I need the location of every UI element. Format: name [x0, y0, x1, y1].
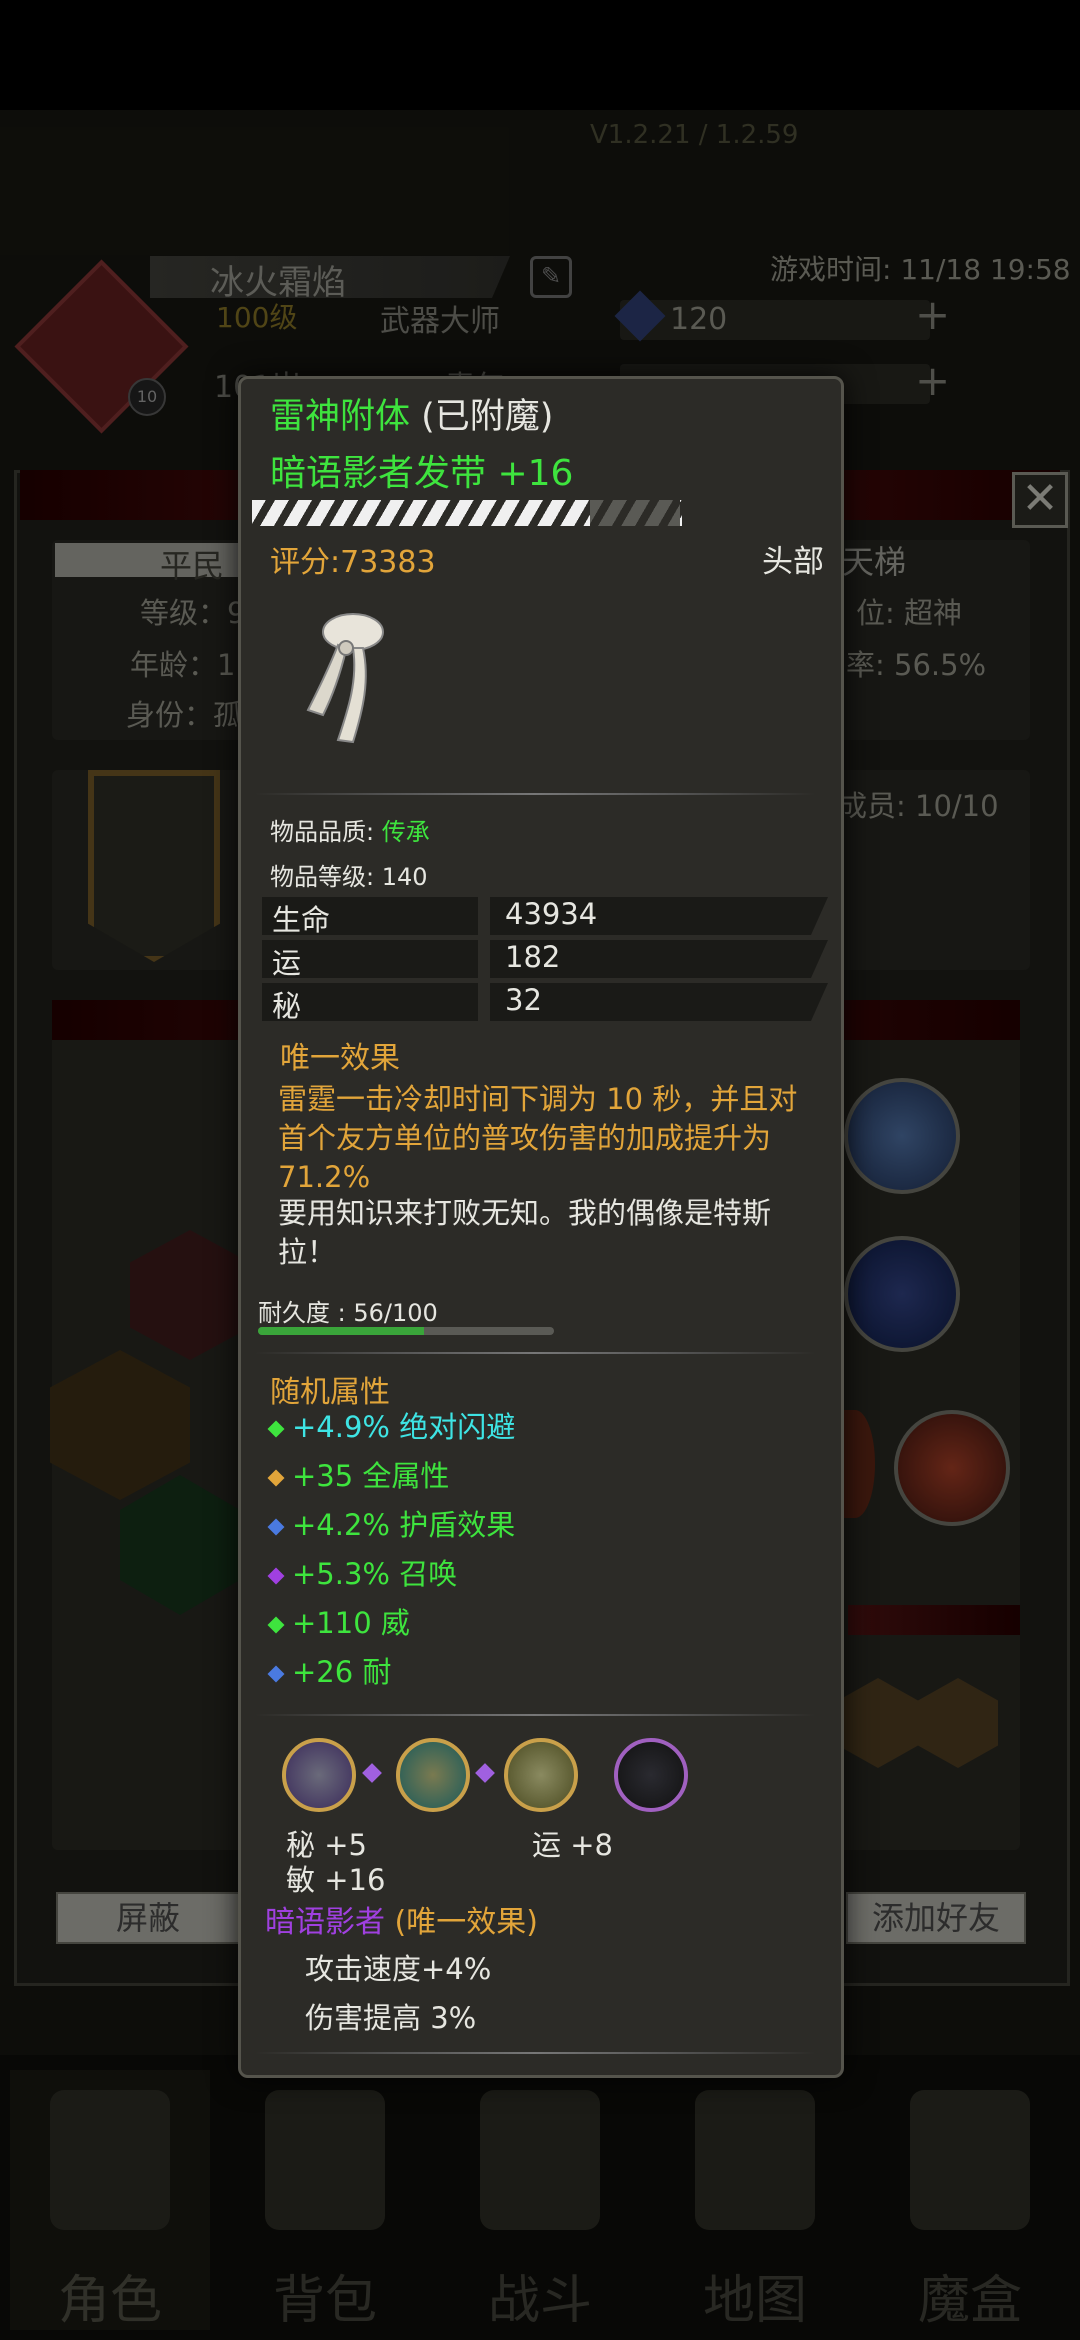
random-attribute: +110 威	[267, 1600, 410, 1642]
attribute-text: +35 全属性	[292, 1459, 450, 1493]
enchant-name: 雷神附体	[270, 397, 411, 437]
item-slot: 头部	[762, 544, 824, 580]
attribute-gem-icon	[267, 1518, 285, 1536]
durability-label: 耐久度 : 56/100	[258, 1299, 438, 1327]
set-name: 暗语影者	[265, 1905, 385, 1940]
divider	[255, 793, 815, 795]
quality-value: 传承	[381, 818, 430, 846]
item-name: 暗语影者发带 +16	[270, 453, 574, 494]
socket-bonus: 运 +8	[532, 1828, 613, 1862]
rune-socket-icon[interactable]	[282, 1738, 356, 1812]
attribute-gem-icon	[267, 1469, 285, 1487]
attribute-gem-icon	[267, 1567, 285, 1585]
stat-name: 运	[272, 946, 302, 980]
enchant-status: (已附魔)	[421, 397, 554, 437]
item-score: 评分:73383	[270, 545, 436, 580]
set-title: 暗语影者 (唯一效果)	[265, 1897, 538, 1941]
set-effect: 伤害提高 3%	[305, 2001, 477, 2035]
stat-name: 秘	[272, 989, 302, 1023]
divider	[255, 1352, 815, 1354]
stat-value: 32	[505, 983, 542, 1017]
stat-name: 生命	[272, 903, 331, 937]
headband-icon	[306, 613, 384, 744]
enchant-line: 雷神附体 (已附魔)	[270, 388, 553, 439]
durability-fill	[258, 1327, 424, 1335]
stat-value: 43934	[505, 897, 598, 931]
item-level: 物品等级: 140	[270, 863, 428, 891]
unique-effect-description: 雷霆一击冷却时间下调为 10 秒，并且对首个友方单位的普攻伤害的加成提升为 71…	[278, 1082, 798, 1194]
random-attribute: +26 耐	[267, 1649, 392, 1691]
socket-bonus: 敏 +16	[286, 1863, 386, 1897]
rune-socket-icon[interactable]	[396, 1738, 470, 1812]
stat-value: 182	[505, 940, 561, 974]
divider	[255, 1714, 815, 1716]
divider	[255, 2052, 815, 2054]
attribute-text: +26 耐	[292, 1655, 392, 1689]
attribute-gem-icon	[267, 1665, 285, 1683]
empty-socket-icon[interactable]	[614, 1738, 688, 1812]
attribute-text: +4.9% 绝对闪避	[292, 1410, 516, 1444]
attribute-gem-icon	[267, 1616, 285, 1634]
quality-label: 物品品质:	[270, 818, 382, 846]
set-tag: (唯一效果)	[394, 1905, 538, 1940]
stat-row	[262, 983, 828, 1021]
random-attribute: +4.9% 绝对闪避	[267, 1404, 516, 1446]
random-attribute: +5.3% 召唤	[267, 1551, 458, 1593]
enhance-progress-remainder	[590, 500, 680, 526]
attribute-text: +110 威	[292, 1606, 410, 1640]
random-attribute: +4.2% 护盾效果	[267, 1502, 516, 1544]
durability-bar	[258, 1327, 554, 1335]
random-attribute: +35 全属性	[267, 1453, 450, 1495]
set-effect: 攻击速度+4%	[305, 1952, 492, 1986]
attribute-text: +4.2% 护盾效果	[292, 1508, 516, 1542]
flavor-text: 要用知识来打败无知。我的偶像是特斯拉！	[278, 1196, 772, 1269]
rune-socket-icon[interactable]	[504, 1738, 578, 1812]
unique-effect-title: 唯一效果	[280, 1041, 400, 1076]
attribute-gem-icon	[267, 1420, 285, 1438]
attribute-text: +5.3% 召唤	[292, 1557, 458, 1591]
item-quality: 物品品质: 传承	[270, 812, 430, 847]
